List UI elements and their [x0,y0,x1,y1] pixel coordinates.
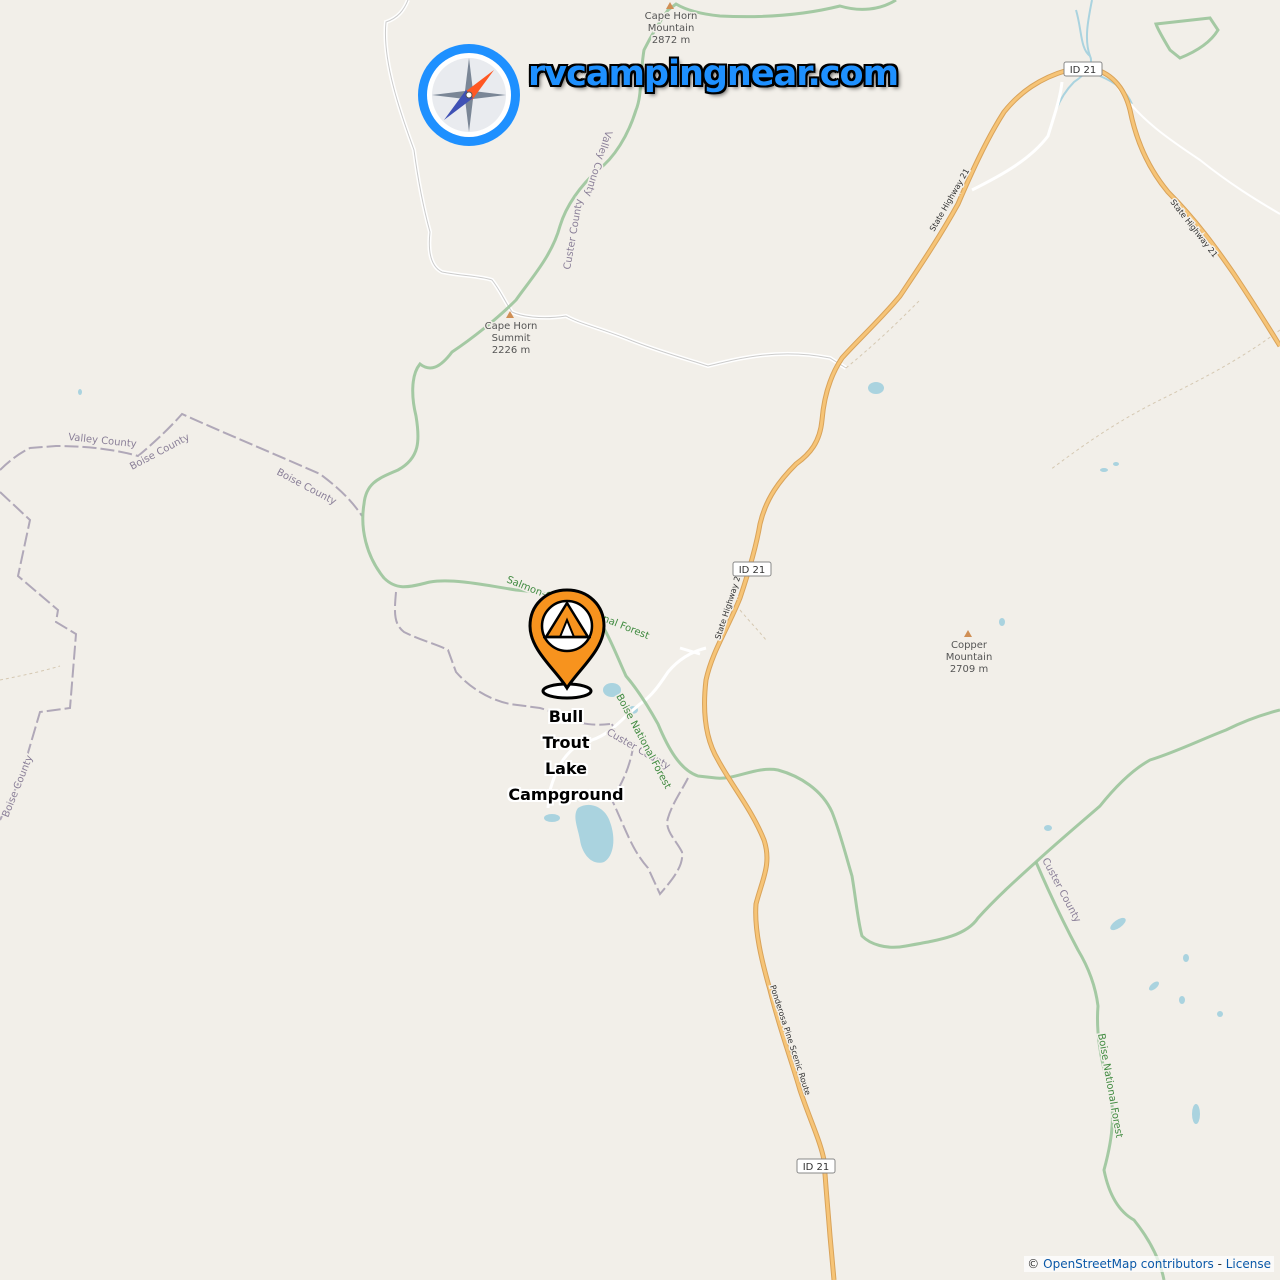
copyright-symbol: © [1027,1257,1040,1271]
svg-text:ID 21: ID 21 [1070,65,1097,76]
campground-name-line: Campground [508,785,624,804]
campground-name-line: Lake [544,759,588,778]
peak-label-line: Mountain [946,652,993,663]
pond [78,389,82,395]
road-shield: ID 21 [1063,61,1103,77]
peak-label-line: Cape Horn [485,321,538,332]
peak-label-cape-horn-summit: Cape Horn Summit 2226 m [483,320,539,358]
svg-text:ID 21: ID 21 [739,565,766,576]
peak-label-line: Mountain [648,23,695,34]
pond [1217,1011,1223,1017]
peak-label-line: 2709 m [950,664,988,675]
pond [1113,462,1119,466]
campground-name-line: Bull [548,707,584,726]
peak-label-copper-mountain: Copper Mountain 2709 m [944,639,994,677]
pond [1192,1104,1200,1124]
map-attribution: © OpenStreetMap contributors - License [1024,1256,1274,1272]
pond [868,382,884,394]
pond [1100,468,1108,472]
compass-icon [418,44,520,146]
road-shield: ID 21 [732,561,772,577]
campground-name: Bull Trout Lake Campground [486,704,646,808]
pond [999,618,1005,626]
peak-label-line: Summit [492,333,531,344]
license-link[interactable]: License [1226,1257,1271,1271]
site-logo[interactable]: rvcampingnear.com [414,40,899,152]
peak-label-line: Copper [951,640,988,651]
pond [1183,954,1189,962]
pond [1179,996,1185,1004]
peak-label-line: Cape Horn [645,11,698,22]
attribution-separator: - [1217,1257,1222,1271]
peak-label-line: 2226 m [492,345,530,356]
map-canvas[interactable]: Cape Horn Mountain 2872 m Cape Horn Summ… [0,0,1280,1280]
campground-name-line: Trout [542,733,590,752]
pond [544,814,560,822]
pond [1044,825,1052,831]
svg-text:ID 21: ID 21 [803,1162,830,1173]
road-shield: ID 21 [796,1158,836,1174]
site-name: rvcampingnear.com [528,54,899,94]
osm-contributors-link[interactable]: OpenStreetMap contributors [1043,1257,1214,1271]
